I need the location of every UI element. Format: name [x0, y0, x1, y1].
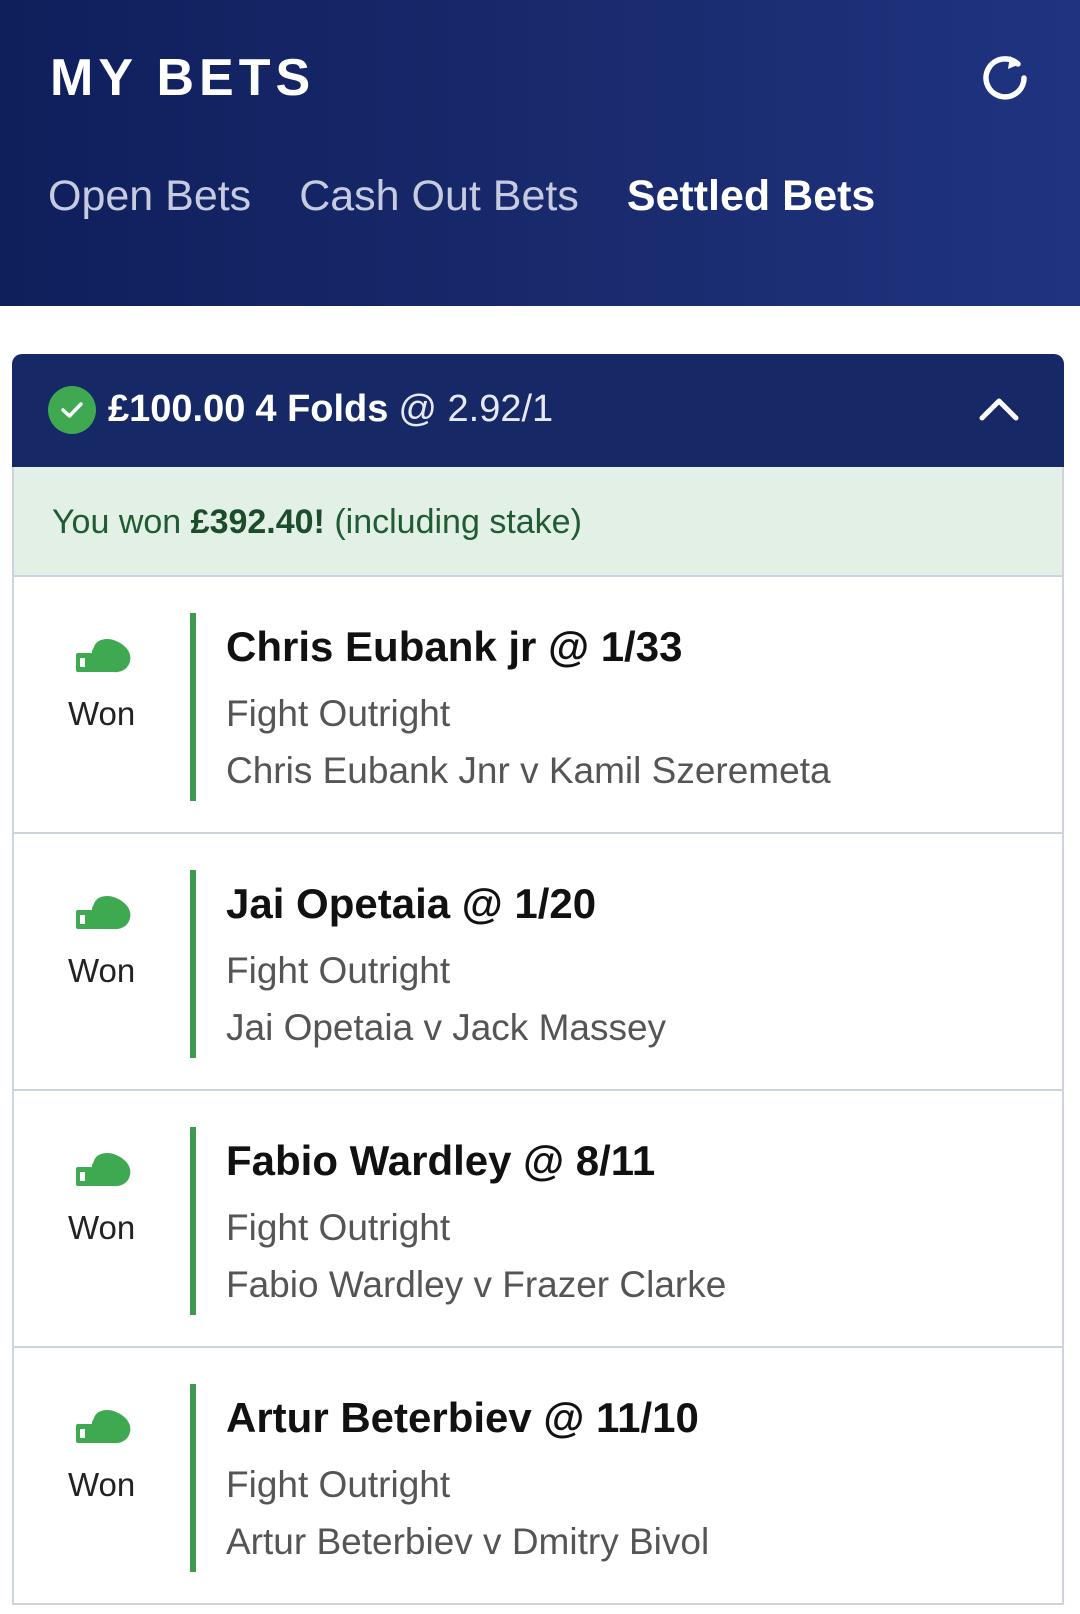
bet-card: £100.00 4 Folds @ 2.92/1 You won £392.40! … [12, 354, 1064, 1614]
bet-leg: Won Jai Opetaia @ 1/20 Fight Outright Ja… [12, 834, 1064, 1091]
boxing-glove-icon [76, 1153, 131, 1187]
leg-status-bar [190, 613, 196, 801]
check-icon [48, 386, 96, 434]
leg-status: Won [68, 695, 136, 732]
leg-selection: Artur Beterbiev @ 11/10 [226, 1394, 699, 1441]
leg-selection: Jai Opetaia @ 1/20 [226, 880, 597, 927]
leg-selection: Chris Eubank jr @ 1/33 [226, 623, 683, 670]
leg-status-bar [190, 1127, 196, 1315]
page-title: MY BETS [50, 49, 316, 107]
boxing-glove-icon [76, 1410, 131, 1444]
bet-card-header[interactable]: £100.00 4 Folds @ 2.92/1 [12, 354, 1064, 467]
leg-status-bar [190, 870, 196, 1058]
bet-odds: @ 2.92/1 [398, 388, 554, 430]
leg-market: Fight Outright [226, 693, 451, 734]
leg-status-bar [190, 1384, 196, 1572]
leg-market: Fight Outright [226, 1207, 451, 1248]
bet-type: 4 Folds [255, 388, 389, 430]
bet-stake: £100.00 [108, 388, 246, 430]
boxing-glove-icon [76, 639, 131, 673]
tab-open-bets[interactable]: Open Bets [48, 172, 251, 221]
leg-market: Fight Outright [226, 950, 451, 991]
leg-market: Fight Outright [226, 1464, 451, 1505]
winnings-banner: You won £392.40! (including stake) [12, 467, 1064, 577]
tab-settled-bets[interactable]: Settled Bets [627, 172, 876, 221]
bet-summary: £100.00 4 Folds @ 2.92/1 [108, 388, 553, 431]
leg-status: Won [68, 952, 136, 989]
leg-event: Artur Beterbiev v Dmitry Bivol [226, 1521, 710, 1562]
bet-leg: Won Artur Beterbiev @ 11/10 Fight Outrig… [12, 1348, 1064, 1605]
winnings-prefix: You won [52, 503, 182, 541]
leg-status: Won [68, 1466, 136, 1503]
leg-event: Chris Eubank Jnr v Kamil Szeremeta [226, 750, 831, 791]
boxing-glove-icon [76, 896, 131, 930]
refresh-icon[interactable] [980, 50, 1030, 102]
chevron-up-icon[interactable] [978, 392, 1020, 424]
leg-status: Won [68, 1209, 136, 1246]
leg-event: Fabio Wardley v Frazer Clarke [226, 1264, 727, 1305]
bet-tabs: Open Bets Cash Out Bets Settled Bets [48, 172, 923, 221]
winnings-amount: £392.40! [190, 503, 325, 541]
bet-legs: Won Chris Eubank jr @ 1/33 Fight Outrigh… [12, 577, 1064, 1605]
app-header: MY BETS Open Bets Cash Out Bets Settled … [0, 0, 1080, 306]
winnings-suffix: (including stake) [334, 503, 582, 541]
leg-selection: Fabio Wardley @ 8/11 [226, 1137, 656, 1184]
leg-event: Jai Opetaia v Jack Massey [226, 1007, 667, 1048]
bet-leg: Won Fabio Wardley @ 8/11 Fight Outright … [12, 1091, 1064, 1348]
bet-leg: Won Chris Eubank jr @ 1/33 Fight Outrigh… [12, 577, 1064, 834]
tab-cash-out-bets[interactable]: Cash Out Bets [299, 172, 579, 221]
